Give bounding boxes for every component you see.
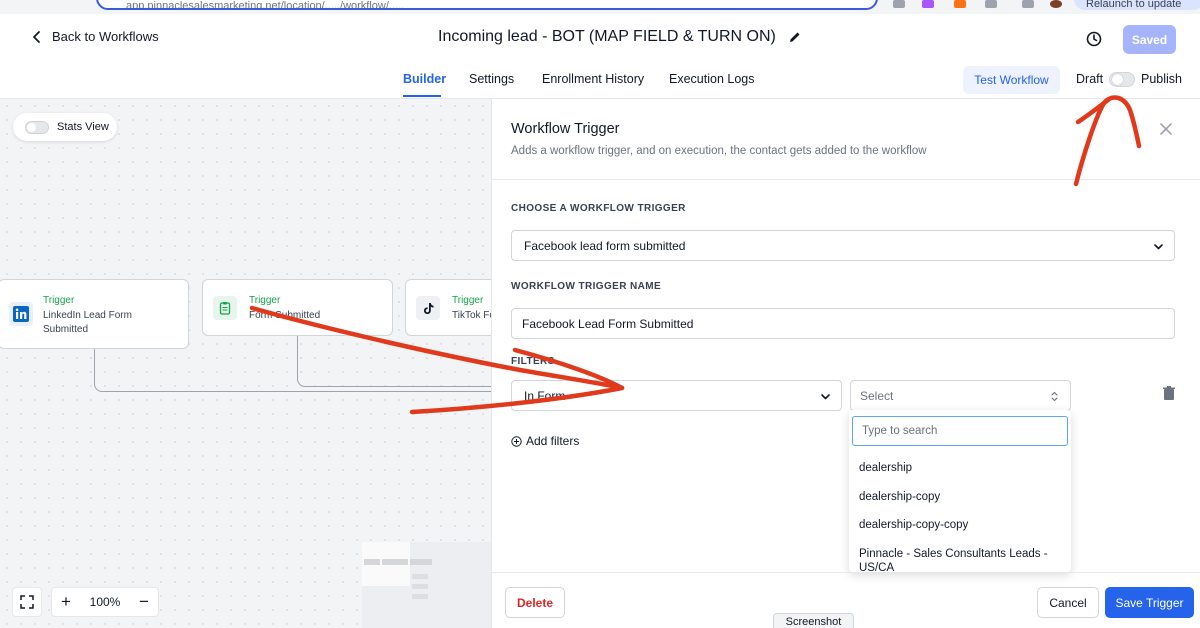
zoom-level: 100% [89, 595, 121, 609]
trigger-node-tiktok[interactable]: Trigger TikTok Form Submitted [405, 279, 491, 336]
chevron-down-icon [821, 394, 830, 400]
back-to-workflows-link[interactable]: Back to Workflows [30, 29, 159, 44]
test-workflow-button[interactable]: Test Workflow [963, 66, 1060, 94]
trigger-name-label: WORKFLOW TRIGGER NAME [511, 281, 662, 292]
dropdown-option[interactable]: dealership [859, 461, 1059, 475]
browser-toolbar: app.pinnaclesalesmarketing.net/location/… [0, 0, 1200, 14]
linkedin-icon [9, 302, 33, 326]
chevron-down-icon [1154, 244, 1163, 250]
panel-footer-divider [492, 572, 1200, 573]
add-filters-button[interactable]: Add filters [511, 434, 579, 448]
relaunch-button[interactable]: Relaunch to update [1074, 0, 1200, 10]
tiktok-icon [416, 296, 440, 320]
filter-field-select[interactable]: In Form [511, 380, 842, 411]
canvas-minimap[interactable] [362, 542, 491, 628]
save-trigger-button[interactable]: Save Trigger [1105, 587, 1194, 618]
filters-label: FILTERS [511, 356, 555, 367]
panel-subtitle: Adds a workflow trigger, and on executio… [511, 145, 927, 157]
tab-execution-logs[interactable]: Execution Logs [669, 72, 754, 86]
form-select-dropdown: dealership dealership-copy dealership-co… [849, 410, 1071, 572]
node-kind-label: Trigger [43, 295, 75, 306]
node-label: LinkedIn Lead Form Submitted [43, 310, 132, 335]
extension-icon[interactable] [985, 0, 997, 8]
node-connector [297, 336, 491, 387]
saved-button[interactable]: Saved [1123, 25, 1176, 54]
workflow-tabs: Builder Settings Enrollment History Exec… [0, 62, 1200, 99]
zoom-out-button[interactable]: − [130, 592, 158, 612]
extension-icon[interactable] [922, 0, 934, 8]
workflow-title: Incoming lead - BOT (MAP FIELD & TURN ON… [438, 28, 802, 46]
node-kind-label: Trigger [249, 295, 281, 306]
filter-field-value: In Form [524, 388, 566, 403]
screenshot-tooltip: Screenshot [773, 613, 854, 628]
clipboard-icon [213, 296, 237, 320]
panel-title: Workflow Trigger [511, 121, 620, 137]
history-icon[interactable] [1085, 30, 1103, 48]
profile-avatar[interactable] [1050, 0, 1062, 8]
panel-divider [492, 179, 1200, 180]
stats-view-switch[interactable] [25, 120, 49, 134]
dropdown-option[interactable]: dealership-copy-copy [859, 518, 1059, 532]
pencil-icon[interactable] [788, 30, 802, 44]
workflow-trigger-panel: Workflow Trigger Adds a workflow trigger… [491, 99, 1200, 628]
filter-value-placeholder: Select [860, 388, 894, 403]
extension-icon[interactable] [1022, 0, 1034, 8]
address-bar[interactable]: app.pinnaclesalesmarketing.net/location/… [96, 0, 878, 10]
zoom-controls: + 100% − [51, 587, 159, 617]
trigger-type-value: Facebook lead form submitted [524, 238, 686, 253]
extension-icon[interactable] [893, 0, 905, 8]
publish-label: Publish [1141, 72, 1182, 86]
add-filters-label: Add filters [526, 434, 580, 448]
publish-toggle[interactable] [1109, 72, 1135, 87]
filter-value-select[interactable]: Select [850, 380, 1071, 411]
node-kind-label: Trigger [452, 295, 484, 306]
trigger-name-input[interactable] [511, 308, 1175, 339]
choose-trigger-label: CHOOSE A WORKFLOW TRIGGER [511, 203, 686, 214]
workflow-header: Back to Workflows Incoming lead - BOT (M… [0, 14, 1200, 62]
workflow-canvas[interactable]: Stats View Trigger LinkedIn Lead Form Su… [0, 99, 491, 628]
close-icon[interactable] [1158, 121, 1174, 137]
chevron-left-icon [33, 30, 40, 43]
dropdown-search-input[interactable] [852, 416, 1068, 446]
node-label: TikTok Form Submitted [452, 310, 491, 321]
relaunch-label: Relaunch to update [1086, 0, 1182, 10]
extension-icon[interactable] [954, 0, 966, 8]
address-bar-text: app.pinnaclesalesmarketing.net/location/… [126, 0, 405, 10]
back-label: Back to Workflows [52, 29, 159, 44]
dropdown-option[interactable]: dealership-copy [859, 490, 1059, 504]
tab-settings[interactable]: Settings [469, 72, 514, 86]
zoom-in-button[interactable]: + [52, 592, 80, 612]
workflow-title-text: Incoming lead - BOT (MAP FIELD & TURN ON… [438, 28, 776, 45]
node-label: Form Submitted [249, 310, 321, 321]
dropdown-option[interactable]: Pinnacle - Sales Consultants Leads - US/… [859, 547, 1059, 572]
stats-view-toggle[interactable]: Stats View [13, 113, 117, 141]
active-tab-indicator [403, 95, 441, 97]
expand-icon [20, 595, 34, 609]
trash-icon[interactable] [1161, 385, 1177, 401]
sort-chevrons-icon [1051, 391, 1058, 402]
trigger-node-form[interactable]: Trigger Form Submitted [202, 279, 393, 336]
stats-view-label: Stats View [57, 121, 109, 133]
trigger-type-select[interactable]: Facebook lead form submitted [511, 230, 1175, 261]
draft-label: Draft [1076, 72, 1104, 86]
tab-builder[interactable]: Builder [403, 72, 446, 86]
tab-enrollment-history[interactable]: Enrollment History [542, 72, 644, 86]
trigger-node-linkedin[interactable]: Trigger LinkedIn Lead Form Submitted [0, 279, 189, 349]
delete-button[interactable]: Delete [505, 587, 565, 618]
plus-circle-icon [511, 435, 522, 447]
fit-view-button[interactable] [12, 587, 42, 617]
cancel-button[interactable]: Cancel [1037, 587, 1099, 618]
